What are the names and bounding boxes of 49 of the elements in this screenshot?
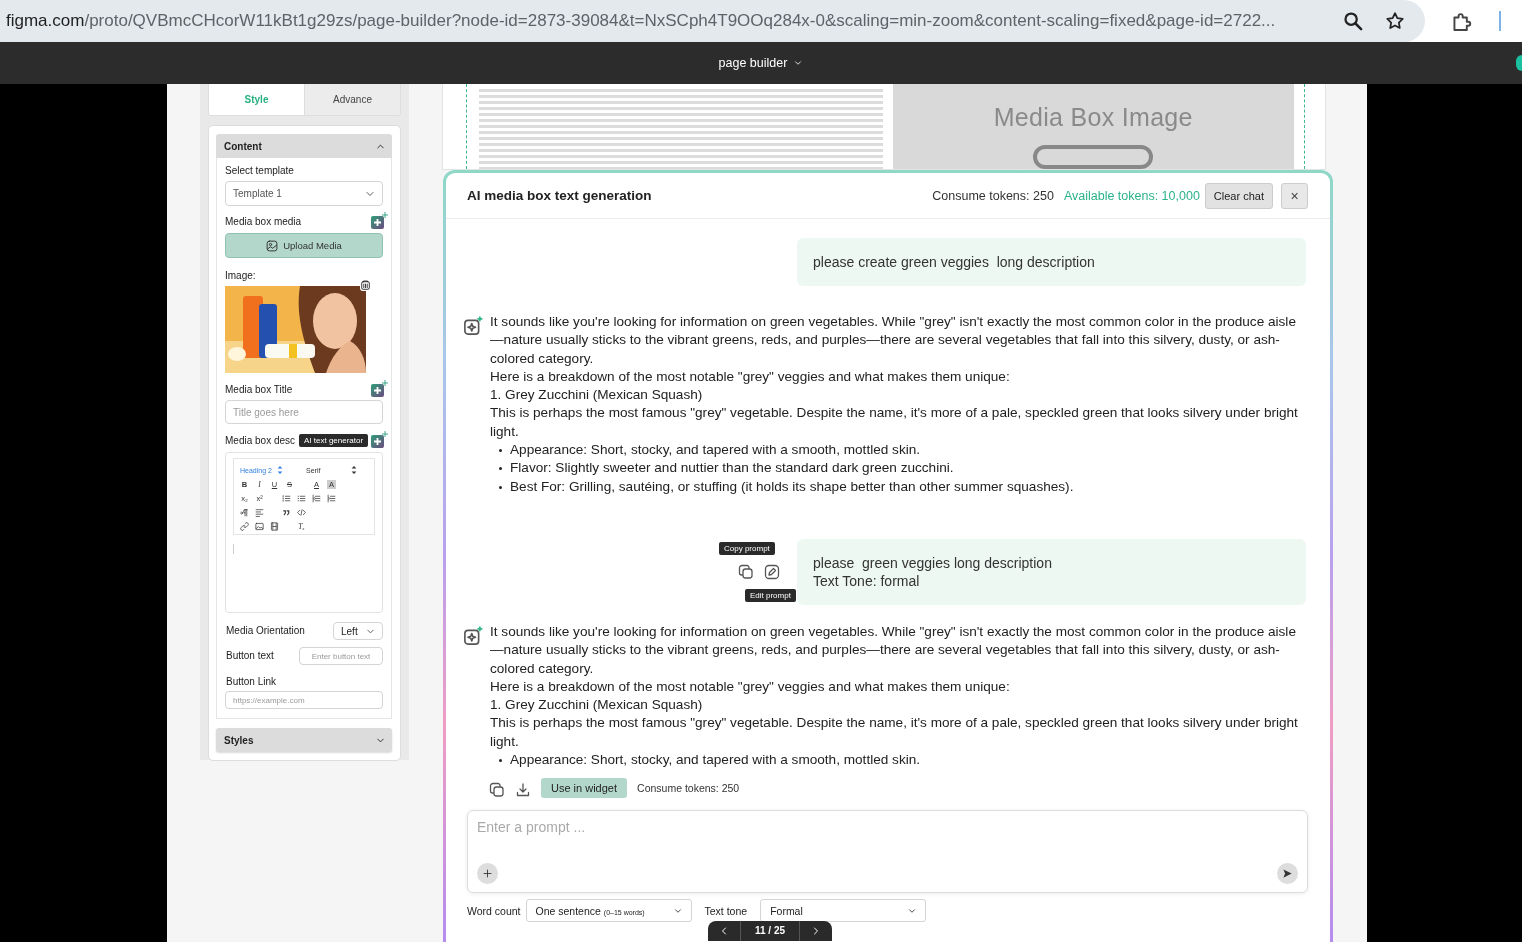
field-label: Text tone [704,904,748,917]
response-text: Flavor: Slightly sweeter and nuttier than the standard dark green zucchini. [510,459,954,478]
response-text: It sounds like you're looking for information on green vegetables. While "grey" isn't exactly the most common color in the produce aisle—nature usually sticks to the vibrant greens, reds, and purples—there are several vegetables that fall into this silvery, dusty, or ash-colored category. [490,622,1297,678]
response-text: Here is a breakdown of the most notable "grey" veggies and what makes them unique: [490,367,1011,386]
field-label: Media Orientation [226,624,305,638]
title-input-field[interactable]: Title goes here [225,400,383,424]
token-count: Consume tokens: 250 [637,781,740,797]
section-header[interactable]: Styles [216,728,392,752]
use-in-widget-button[interactable]: Use in widget [541,778,628,799]
button-link-input-field[interactable]: https://example.com [225,691,383,709]
clear-chat-button[interactable]: Clear chat [1204,182,1273,209]
response-text: This is perhaps the most famous "grey" vegetable. Despite the name, it's more of a pale, speckled green that looks silvery under bright light. [490,714,1299,751]
field-label: Select template [225,164,295,178]
field-label: Image: [225,269,257,283]
field-label: Media box desc [225,434,296,448]
user-message: please create green veggies long description [797,238,1306,286]
field-label: Media box Title [225,383,293,397]
field-label: Media box media [225,215,302,229]
tooltip: Copy prompt [719,541,775,555]
tab[interactable]: Advance [304,84,400,115]
text-tone-select[interactable]: Formal [760,899,927,923]
prompt-box[interactable]: Enter a prompt ... [467,810,1308,894]
section-header[interactable]: Content [216,134,392,158]
file-title-menu[interactable]: page builder [718,56,804,70]
response-text: 1. Grey Zucchini (Mexican Squash) [490,696,704,715]
token-count: Consume tokens: 250 [932,188,1054,203]
page-counter: 11 / 25 [740,921,800,941]
tooltip: AI text generator [299,434,369,447]
orientation-select[interactable]: Left [333,622,383,640]
image-placeholder-label: Media Box Image [993,103,1193,132]
button-text-input-field[interactable]: Enter button text [299,647,383,665]
dialog-title: AI media box text generation [467,188,653,203]
response-text: Best For: Grilling, sautéing, or stuffing (it holds its shape better than other summer squashes). [510,477,1074,496]
prompt-input-field[interactable]: Enter a prompt ... [477,819,1298,836]
response-text: This is perhaps the most famous "grey" vegetable. Despite the name, it's more of a pale, speckled green that looks silvery under bright light. [490,404,1299,441]
field-label: Button text [226,649,274,663]
template-select[interactable]: Template 1 [225,181,383,206]
response-text: It sounds like you're looking for information on green vegetables. While "grey" isn't exactly the most common color in the produce aisle—nature usually sticks to the vibrant greens, reds, and purples—there are several vegetables that fall into this silvery, dusty, or ash-colored category. [490,313,1297,368]
response-text: Appearance: Short, stocky, and tapered with a smooth, mottled skin. [510,441,921,460]
upload-media-button[interactable]: Upload Media [225,233,383,258]
user-message: please green veggies long description Text Tone: formal [797,538,1306,605]
response-text: Here is a breakdown of the most notable "grey" veggies and what makes them unique: [490,677,1011,696]
close-button[interactable]: × [1281,182,1308,209]
response-text: Appearance: Short, stocky, and tapered with a smooth, mottled skin. [510,751,921,770]
response-text: 1. Grey Zucchini (Mexican Squash) [490,386,704,405]
tooltip: Edit prompt [745,588,796,602]
available-tokens: Available tokens: 10,000 [1063,188,1200,203]
field-label: Word count [467,904,521,917]
field-label: Button Link [225,675,278,689]
